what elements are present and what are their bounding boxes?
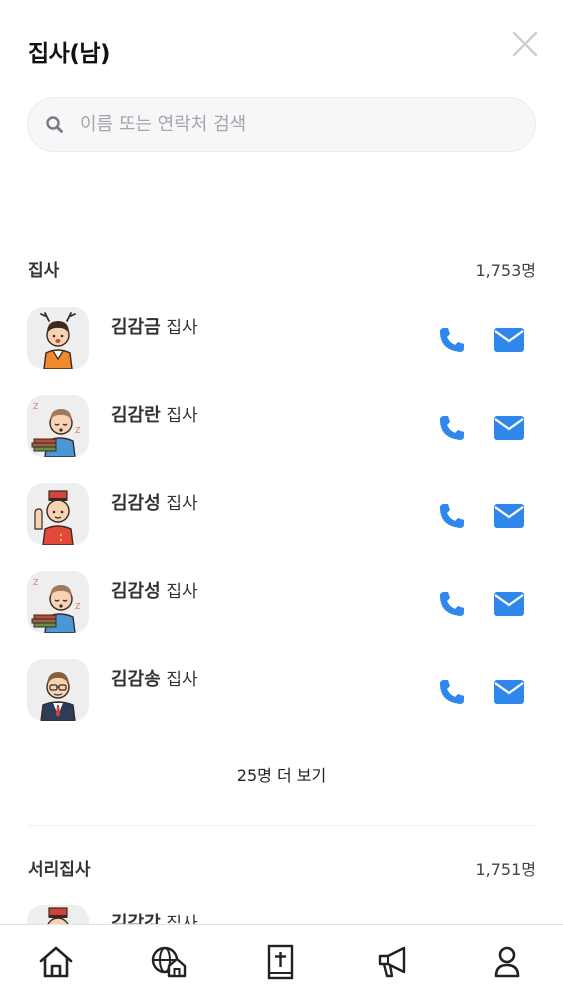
- list-item[interactable]: Z Z 김감란 집사: [27, 395, 537, 469]
- close-icon: [512, 31, 538, 57]
- member-role: 집사: [166, 406, 198, 426]
- mail-button[interactable]: [493, 327, 525, 353]
- member-name-text: 김감성: [111, 493, 161, 514]
- member-name-text: 김감란: [111, 405, 161, 426]
- member-name-text: 김감금: [111, 317, 161, 338]
- avatar: [27, 307, 89, 369]
- call-button[interactable]: [437, 677, 467, 707]
- mail-icon: [494, 328, 524, 352]
- section-header: 집사 1,753명: [28, 256, 536, 281]
- phone-icon: [440, 504, 464, 528]
- avatar: [27, 905, 89, 925]
- section-header: 서리집사 1,751명: [28, 855, 536, 880]
- search-bar: [27, 97, 536, 152]
- search-input[interactable]: [80, 98, 520, 151]
- bottom-navigation: [0, 924, 563, 1000]
- call-button[interactable]: [437, 501, 467, 531]
- member-name: 김감금 집사: [111, 313, 198, 339]
- avatar: Z Z: [27, 395, 89, 457]
- avatar: [27, 483, 89, 545]
- avatar: Z Z: [27, 571, 89, 633]
- svg-text:Z: Z: [75, 426, 81, 435]
- mail-icon: [494, 680, 524, 704]
- call-button[interactable]: [437, 325, 467, 355]
- list-item[interactable]: 김감금 집사: [27, 307, 537, 381]
- list-item[interactable]: 김감강 집사: [27, 905, 537, 925]
- user-icon: [494, 946, 520, 978]
- member-role: 집사: [166, 318, 198, 338]
- phone-icon: [440, 680, 464, 704]
- section-title: 집사: [28, 261, 60, 281]
- member-name: 김감성 집사: [111, 489, 198, 515]
- phone-icon: [440, 416, 464, 440]
- member-name: 김감송 집사: [111, 665, 198, 691]
- list-item[interactable]: Z Z 김감성 집사: [27, 571, 537, 645]
- svg-text:Z: Z: [75, 602, 81, 611]
- nav-announcements[interactable]: [374, 944, 414, 980]
- header: 집사(남): [0, 0, 563, 90]
- nav-home[interactable]: [36, 944, 76, 980]
- call-button[interactable]: [437, 589, 467, 619]
- member-name-text: 김감송: [111, 669, 161, 690]
- bible-icon: [267, 944, 294, 980]
- section-count: 1,751명: [475, 860, 536, 879]
- mail-button[interactable]: [493, 415, 525, 441]
- nav-bible[interactable]: [261, 944, 301, 980]
- svg-text:Z: Z: [33, 578, 39, 587]
- svg-text:Z: Z: [33, 402, 39, 411]
- member-name: 김감란 집사: [111, 401, 198, 427]
- list-item[interactable]: 김감송 집사: [27, 659, 537, 733]
- page-title: 집사(남): [28, 41, 111, 67]
- megaphone-icon: [378, 946, 406, 978]
- member-role: 집사: [166, 582, 198, 602]
- nav-profile[interactable]: [487, 944, 527, 980]
- mail-icon: [494, 592, 524, 616]
- close-button[interactable]: [507, 26, 543, 62]
- globe-home-icon: [151, 946, 187, 978]
- divider: [28, 825, 536, 826]
- nav-church[interactable]: [149, 944, 189, 980]
- list-item[interactable]: 김감성 집사: [27, 483, 537, 557]
- member-name: 김감강 집사: [111, 909, 198, 925]
- member-role: 집사: [166, 494, 198, 514]
- phone-icon: [440, 328, 464, 352]
- mail-button[interactable]: [493, 679, 525, 705]
- member-name: 김감성 집사: [111, 577, 198, 603]
- mail-icon: [494, 504, 524, 528]
- mail-button[interactable]: [493, 591, 525, 617]
- home-icon: [39, 946, 73, 978]
- section-title: 서리집사: [28, 860, 91, 880]
- mail-button[interactable]: [493, 503, 525, 529]
- section-count: 1,753명: [475, 261, 536, 280]
- member-role: 집사: [166, 670, 198, 690]
- member-name-text: 김감성: [111, 581, 161, 602]
- mail-icon: [494, 416, 524, 440]
- search-icon: [46, 116, 63, 133]
- avatar: [27, 659, 89, 721]
- phone-icon: [440, 592, 464, 616]
- show-more-button[interactable]: 25명 더 보기: [0, 762, 563, 786]
- call-button[interactable]: [437, 413, 467, 443]
